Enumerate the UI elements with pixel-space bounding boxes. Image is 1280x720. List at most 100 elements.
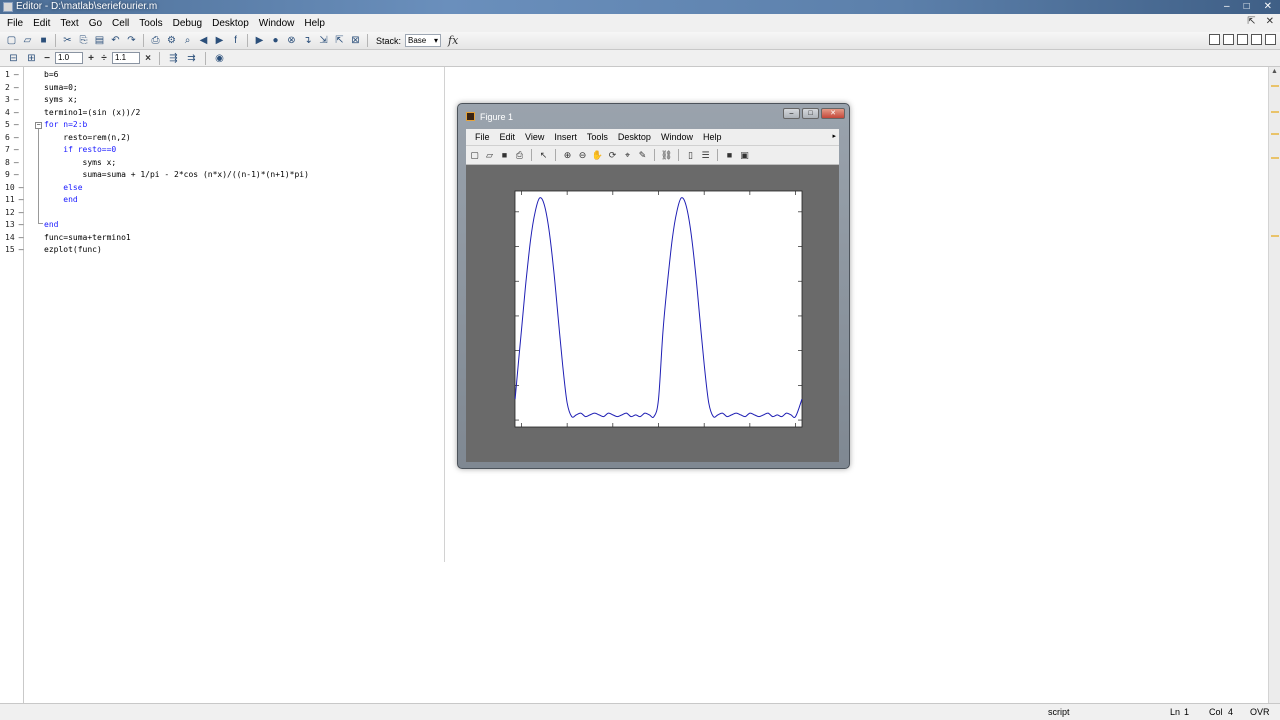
fold-toggle-icon[interactable]: − [35,122,42,129]
new-file-icon[interactable]: ▢ [4,34,19,48]
multiply-button[interactable]: × [143,53,153,64]
code-line[interactable]: syms x; [44,95,78,104]
evaluate-advance-icon[interactable]: ⇉ [184,51,199,65]
open-file-icon[interactable]: ▱ [20,34,35,48]
save-icon[interactable]: ■ [36,34,51,48]
executable-line-marker[interactable]: – [19,208,24,217]
figure-menu-window[interactable]: Window [656,132,698,142]
figure-menu-desktop[interactable]: Desktop [613,132,656,142]
zoom-out-icon[interactable]: ⊖ [576,149,589,162]
close-icon[interactable]: ✕ [1264,0,1272,14]
brush-icon[interactable]: ✎ [636,149,649,162]
help-icon[interactable]: ◉ [212,51,227,65]
figure-menu-insert[interactable]: Insert [549,132,582,142]
clear-breakpoints-icon[interactable]: ⊗ [284,34,299,48]
copy-icon[interactable]: ⎘ [76,34,91,48]
code-line[interactable]: resto=rem(n,2) [44,133,130,142]
find-icon[interactable]: ⌕ [180,34,195,48]
increment-button[interactable]: + [86,53,96,64]
cut-icon[interactable]: ✂ [60,34,75,48]
code-line[interactable]: suma=0; [44,83,78,92]
scroll-up-icon[interactable]: ▲ [1270,68,1280,78]
fx-button[interactable]: fx [448,34,458,47]
figure-save-icon[interactable]: ■ [498,149,511,162]
undock-icon[interactable]: ⇱ [1247,16,1255,27]
executable-line-marker[interactable]: – [14,158,19,167]
stack-select[interactable]: Base [405,34,442,47]
show-plot-tools-icon[interactable]: ▣ [738,149,751,162]
code-line[interactable]: else [44,183,82,192]
vertical-scrollbar[interactable]: ▲ [1268,67,1280,703]
link-plot-icon[interactable]: ⛓ [660,149,673,162]
code-line[interactable]: ezplot(func) [44,245,102,254]
menu-file[interactable]: File [2,18,28,29]
insert-colorbar-icon[interactable]: ▯ [684,149,697,162]
figure-open-icon[interactable]: ▱ [483,149,496,162]
rotate-3d-icon[interactable]: ⟳ [606,149,619,162]
code-line[interactable]: syms x; [44,158,117,167]
cell-value-input-2[interactable]: 1.1 [112,52,140,64]
menu-help[interactable]: Help [299,18,330,29]
tile-layout-icon[interactable] [1209,34,1220,45]
figure-menu-edit[interactable]: Edit [495,132,521,142]
divide-button[interactable]: ÷ [99,53,109,64]
paste-icon[interactable]: ▤ [92,34,107,48]
executable-line-marker[interactable]: – [19,220,24,229]
code-line[interactable]: end [44,220,58,229]
code-line[interactable]: b=6 [44,70,58,79]
cell-eval-icon[interactable]: ⊞ [24,51,39,65]
executable-line-marker[interactable]: – [14,108,19,117]
pan-icon[interactable]: ✋ [591,149,604,162]
menu-cell[interactable]: Cell [107,18,134,29]
top-bottom-layout-icon[interactable] [1237,34,1248,45]
menu-edit[interactable]: Edit [28,18,55,29]
cell-value-input-1[interactable]: 1.0 [55,52,83,64]
zoom-in-icon[interactable]: ⊕ [561,149,574,162]
code-line[interactable]: func=suma+termino1 [44,233,131,242]
menu-tools[interactable]: Tools [134,18,167,29]
code-line[interactable]: if resto==0 [44,145,116,154]
executable-line-marker[interactable]: – [19,233,24,242]
step-out-icon[interactable]: ⇱ [332,34,347,48]
forward-icon[interactable]: ▶ [212,34,227,48]
function-browser-icon[interactable]: f [228,34,243,48]
executable-line-marker[interactable]: – [14,95,19,104]
code-line[interactable]: termino1=(sin (x))/2 [44,108,140,117]
plot-area[interactable] [466,165,839,462]
menu-desktop[interactable]: Desktop [207,18,254,29]
figure-print-icon[interactable]: ⎙ [513,149,526,162]
undo-icon[interactable]: ↶ [108,34,123,48]
menu-window[interactable]: Window [254,18,300,29]
cell-mode-icon[interactable]: ⊟ [6,51,21,65]
figure-new-icon[interactable]: ▢ [468,149,481,162]
step-icon[interactable]: ↴ [300,34,315,48]
warning-marker[interactable] [1271,235,1279,237]
executable-line-marker[interactable]: – [14,145,19,154]
insert-legend-icon[interactable]: ☰ [699,149,712,162]
exit-debug-icon[interactable]: ⊠ [348,34,363,48]
executable-line-marker[interactable]: – [14,120,19,129]
executable-line-marker[interactable]: – [14,70,19,79]
float-layout-icon[interactable] [1251,34,1262,45]
run-icon[interactable]: ▶ [252,34,267,48]
figure-close-icon[interactable]: ✕ [821,108,845,119]
editor-close-icon[interactable]: ✕ [1266,16,1274,27]
warning-marker[interactable] [1271,133,1279,135]
executable-line-marker[interactable]: – [14,83,19,92]
data-cursor-icon[interactable]: ⌖ [621,149,634,162]
decrement-button[interactable]: − [42,53,52,64]
figure-menu-help[interactable]: Help [698,132,727,142]
warning-marker[interactable] [1271,111,1279,113]
figure-menu-tools[interactable]: Tools [582,132,613,142]
executable-line-marker[interactable]: – [19,195,24,204]
menu-debug[interactable]: Debug [168,18,207,29]
warning-marker[interactable] [1271,157,1279,159]
step-in-icon[interactable]: ⇲ [316,34,331,48]
print-icon[interactable]: ⎙ [148,34,163,48]
menu-go[interactable]: Go [84,18,107,29]
figure-minimize-icon[interactable]: – [783,108,800,119]
edit-plot-icon[interactable]: ↖ [537,149,550,162]
executable-line-marker[interactable]: – [14,133,19,142]
code-line[interactable]: end [44,195,77,204]
executable-line-marker[interactable]: – [19,183,24,192]
